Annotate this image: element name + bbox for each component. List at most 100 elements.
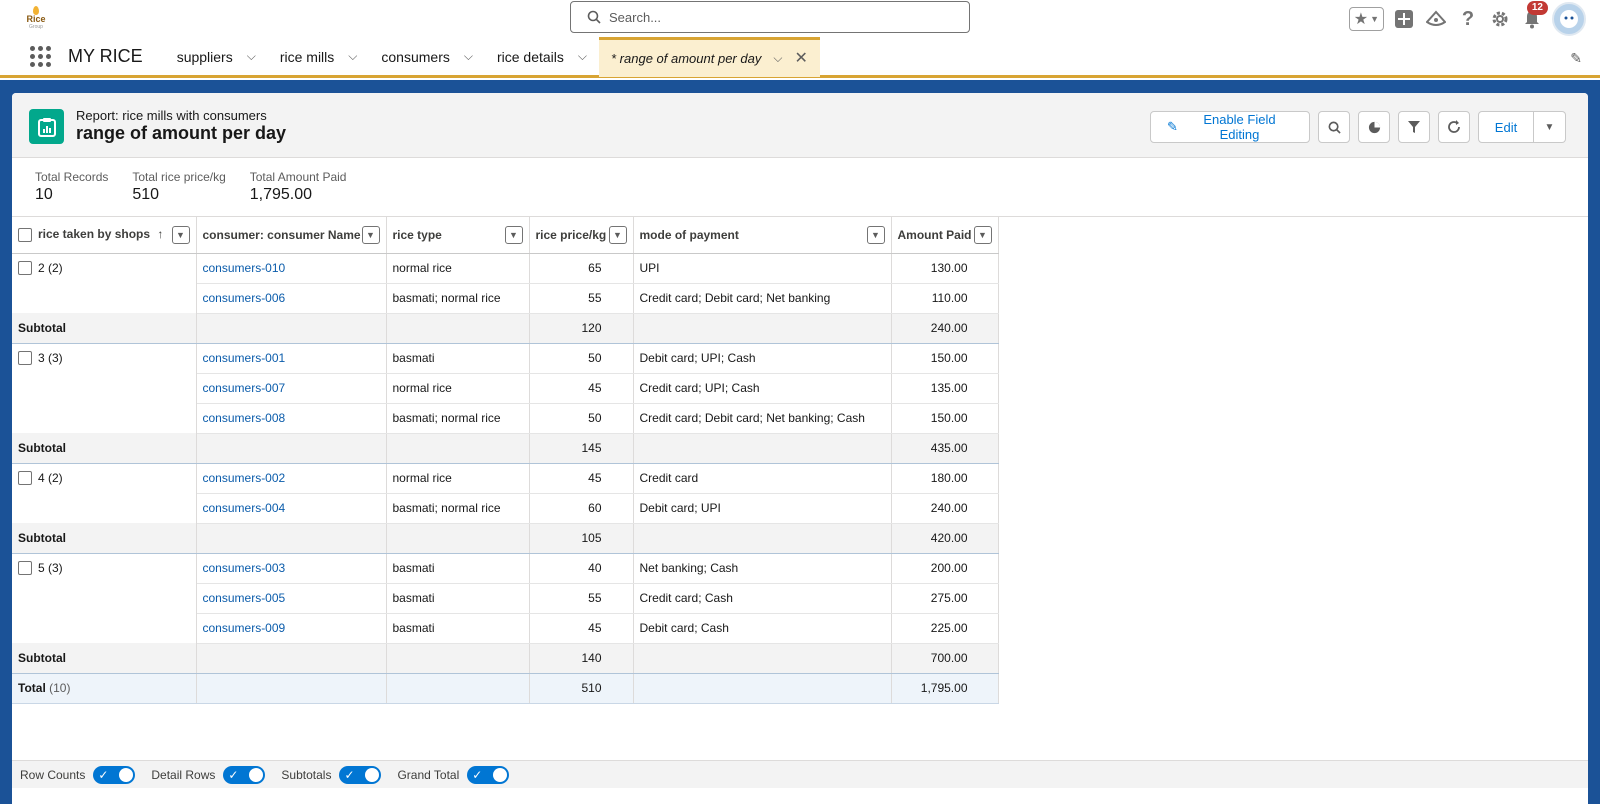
tab-label: consumers [381,48,450,65]
group-cell: 2 (2) [12,253,197,313]
report-subtitle: Report: rice mills with consumers [76,108,267,123]
detail-rows-toggle[interactable]: ✓ [223,765,266,784]
app-launcher-icon[interactable] [30,45,52,68]
col-header-label: mode of payment [639,227,739,242]
group-cell: 5 (3) [12,553,197,643]
global-actions-button[interactable] [1392,7,1416,31]
col-header-label: Amount Paid [897,227,972,242]
refresh-button[interactable] [1438,111,1470,143]
col-header-amount-paid[interactable]: Amount Paid ▼ [891,217,999,254]
enable-field-editing-button[interactable]: ✎ Enable Field Editing [1150,111,1310,143]
consumer-link[interactable]: consumers-004 [196,493,387,524]
consumer-link[interactable]: consumers-001 [196,343,387,374]
app-nav-bar: MY RICE suppliers ⌵ rice mills ⌵ consume… [0,36,1600,78]
grand-total-toggle[interactable]: ✓ [467,765,510,784]
add-chart-button[interactable] [1358,111,1390,143]
subtotals-toggle[interactable]: ✓ [339,765,382,784]
row-counts-toggle[interactable]: ✓ [93,765,136,784]
column-menu-button[interactable]: ▼ [171,226,190,244]
filter-button[interactable] [1398,111,1430,143]
price-cell: 45 [529,463,634,494]
col-header-rice-taken[interactable]: rice taken by shops ↑ ▼ [12,217,197,254]
avatar[interactable] [1552,2,1586,36]
summary-total-records: Total Records 10 [35,170,108,216]
grand-total-count: (10) [49,681,71,695]
consumer-link[interactable]: consumers-008 [196,403,387,434]
chevron-down-icon[interactable]: ⌵ [578,49,587,64]
notifications-button[interactable]: 12 [1520,1,1548,31]
col-header-label: rice price/kg [535,227,607,242]
chevron-down-icon[interactable]: ⌵ [464,49,473,64]
tab-range-of-amount-per-day[interactable]: * range of amount per day ⌵ ✕ [599,36,820,77]
global-search[interactable] [570,1,970,33]
table-row: 5 (3) consumers-003 basmati 40 Net banki… [12,553,999,643]
col-header-rice-type[interactable]: rice type ▼ [386,217,530,254]
col-header-rice-price[interactable]: rice price/kg ▼ [529,217,634,254]
select-all-checkbox[interactable] [18,228,32,243]
consumer-link[interactable]: consumers-006 [196,283,387,314]
column-menu-button[interactable]: ▼ [504,226,523,244]
summary-label: Total Amount Paid [249,170,347,184]
tab-consumers[interactable]: consumers ⌵ [369,37,485,77]
search-report-button[interactable] [1318,111,1350,143]
chevron-down-icon[interactable]: ⌵ [247,49,256,64]
app-logo[interactable]: Rice Group [22,4,50,32]
consumer-link[interactable]: consumers-010 [196,253,387,284]
user-avatar-icon [1560,10,1578,28]
group-checkbox[interactable] [18,351,32,366]
global-header: Rice Group ★ ▼ ? 12 [0,0,1600,38]
grand-total-label-cell: Total (10) [12,673,197,704]
check-icon: ✓ [98,767,109,782]
chevron-down-icon[interactable]: ⌵ [773,51,782,66]
consumer-link[interactable]: consumers-009 [196,613,387,644]
group-cell: 4 (2) [12,463,197,523]
refresh-icon [1448,120,1460,133]
subtotal-price: 105 [529,523,634,554]
column-menu-button[interactable]: ▼ [866,226,885,244]
close-icon[interactable]: ✕ [794,48,807,68]
subtotal-label: Subtotal [12,433,197,464]
col-header-label: rice taken by shops [38,227,151,242]
amount-cell: 135.00 [891,373,999,404]
consumer-link[interactable]: consumers-002 [196,463,387,494]
star-icon: ★ [1353,11,1369,28]
empty-cell [386,643,530,674]
edit-button-group: Edit ▼ [1478,111,1566,143]
edit-nav-pencil-icon[interactable]: ✎ [1570,50,1582,67]
trailhead-button[interactable] [1424,7,1448,31]
table-row: 2 (2) consumers-010 normal rice 65 UPI 1… [12,253,999,313]
search-input[interactable] [609,9,949,25]
rice-type-cell: basmati [386,583,530,614]
favorites-button[interactable]: ★ ▼ [1348,7,1384,31]
consumer-link[interactable]: consumers-005 [196,583,387,614]
col-header-mode-of-payment[interactable]: mode of payment ▼ [633,217,892,254]
amount-cell: 225.00 [891,613,999,644]
col-header-consumer-name[interactable]: consumer: consumer Name ▼ [196,217,387,254]
help-button[interactable]: ? [1456,7,1480,31]
column-menu-button[interactable]: ▼ [608,226,627,244]
chevron-down-icon[interactable]: ⌵ [348,49,357,64]
subtotal-row: Subtotal 105 420.00 [12,523,999,554]
consumer-link[interactable]: consumers-003 [196,553,387,584]
setup-button[interactable] [1488,7,1512,31]
sort-asc-icon[interactable]: ↑ [157,227,163,241]
column-menu-button[interactable]: ▼ [973,226,992,244]
tab-label: suppliers [176,48,233,65]
help-icon: ? [1461,7,1475,30]
empty-cell [196,643,387,674]
check-icon: ✓ [344,767,355,782]
column-menu-button[interactable]: ▼ [361,226,380,244]
empty-cell [386,673,530,704]
edit-menu-button[interactable]: ▼ [1534,111,1566,143]
summary-value: 1,795.00 [249,186,313,203]
payment-cell: Credit card; Cash [633,583,892,614]
consumer-link[interactable]: consumers-007 [196,373,387,404]
tab-suppliers[interactable]: suppliers ⌵ [165,37,268,77]
group-checkbox[interactable] [18,261,32,276]
group-checkbox[interactable] [18,561,32,576]
group-checkbox[interactable] [18,471,32,486]
tab-rice-mills[interactable]: rice mills ⌵ [268,37,370,77]
grand-total-toggle-item: Grand Total ✓ [397,765,510,784]
edit-button[interactable]: Edit [1478,111,1534,143]
tab-rice-details[interactable]: rice details ⌵ [485,37,599,77]
